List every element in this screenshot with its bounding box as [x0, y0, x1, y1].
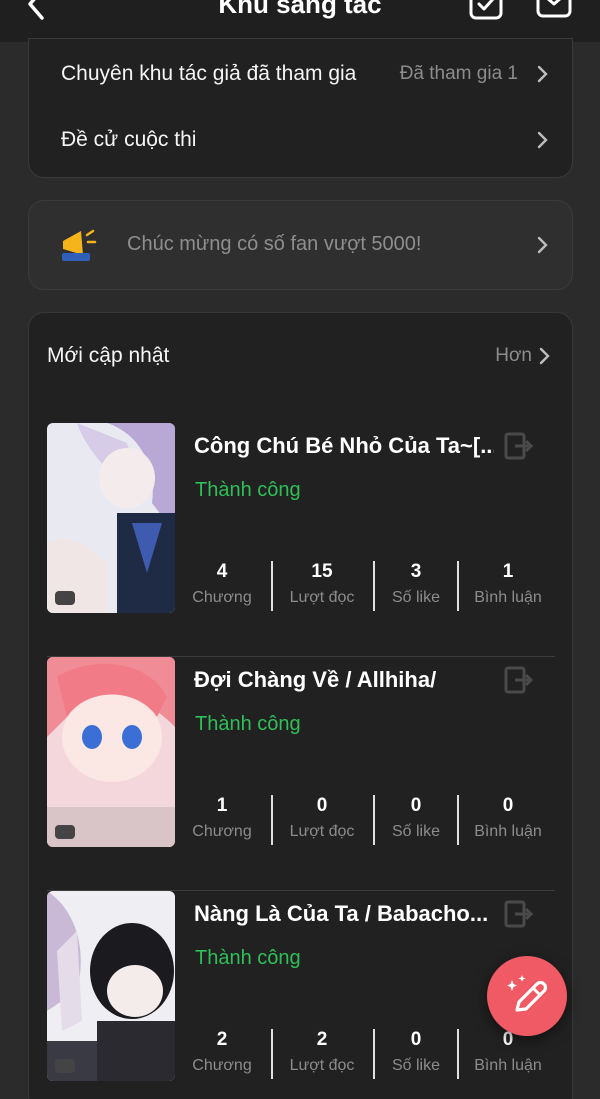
story-title: Đợi Chàng Về / Allhiha/ [194, 667, 437, 692]
reads-stat: 15 Lượt đọc [275, 559, 369, 615]
stat-value: 15 [311, 561, 333, 582]
stat-label: Chương [192, 823, 252, 840]
more-link[interactable]: Hơn [495, 345, 532, 367]
stat-value: 0 [410, 795, 422, 816]
likes-stat: 0 Số like [377, 1027, 455, 1083]
story-cover [47, 423, 175, 613]
stat-label: Chương [192, 1057, 252, 1074]
reads-stat: 2 Lượt đọc [275, 1027, 369, 1083]
story-stats: 4 Chương 15 Lượt đọc 3 Số like 1 Bình lu… [177, 559, 555, 615]
joined-author-zone-value: Đã tham gia 1 [399, 63, 518, 84]
story-item[interactable]: Nàng Là Của Ta / Babacho... Thành công 2… [47, 891, 555, 1099]
comment-badge-icon [55, 825, 75, 839]
stat-label: Số like [391, 823, 441, 840]
stat-value: 3 [410, 561, 422, 582]
exit-icon[interactable] [503, 665, 533, 695]
stat-value: 0 [316, 795, 328, 816]
story-cover [47, 657, 175, 847]
stat-value: 2 [216, 1029, 228, 1050]
chevron-right-icon [537, 131, 548, 149]
stat-value: 1 [502, 561, 514, 582]
comments-stat: 0 Bình luận [461, 793, 555, 849]
chapters-stat: 2 Chương [177, 1027, 267, 1083]
page-title: Khu sáng tác [218, 0, 382, 19]
stat-value: 0 [502, 795, 514, 816]
stat-divider [271, 561, 273, 611]
chapters-stat: 4 Chương [177, 559, 267, 615]
comment-badge-icon [55, 591, 75, 605]
comment-badge-icon [55, 1059, 75, 1073]
chapters-stat: 1 Chương [177, 793, 267, 849]
stat-label: Lượt đọc [289, 823, 355, 840]
story-item[interactable]: Công Chú Bé Nhỏ Của Ta~[... Thành công 4… [47, 423, 555, 657]
story-item[interactable]: Đợi Chàng Về / Allhiha/ Thành công 1 Chư… [47, 657, 555, 891]
notice-text: Chúc mừng có số fan vượt 5000! [127, 233, 422, 255]
story-title: Nàng Là Của Ta / Babacho... [194, 901, 489, 926]
story-status: Thành công [195, 479, 301, 501]
contest-nomination-label: Đề cử cuộc thi [61, 128, 197, 151]
stat-divider [457, 561, 459, 611]
stat-divider [271, 1029, 273, 1079]
joined-author-zone-row[interactable]: Chuyên khu tác giả đã tham gia Đã tham g… [29, 49, 572, 99]
story-title: Công Chú Bé Nhỏ Của Ta~[... [194, 433, 494, 458]
stat-label: Lượt đọc [289, 1057, 355, 1074]
stat-label: Bình luận [474, 1057, 542, 1074]
calendar-check-icon[interactable] [468, 0, 504, 22]
stat-value: 4 [216, 561, 228, 582]
story-status: Thành công [195, 947, 301, 969]
stat-value: 0 [410, 1029, 422, 1050]
stat-label: Lượt đọc [289, 589, 355, 606]
exit-icon[interactable] [503, 899, 533, 929]
stat-label: Chương [192, 589, 252, 606]
contest-nomination-row[interactable]: Đề cử cuộc thi [29, 115, 572, 165]
section-title: Mới cập nhật [47, 344, 170, 367]
author-info-card: Chuyên khu tác giả đã tham gia Đã tham g… [28, 38, 573, 178]
top-bar: Khu sáng tác [0, 0, 600, 42]
chevron-right-icon [537, 65, 548, 83]
joined-author-zone-label: Chuyên khu tác giả đã tham gia [61, 62, 357, 85]
likes-stat: 3 Số like [377, 559, 455, 615]
stat-divider [457, 1029, 459, 1079]
notice-banner[interactable]: Chúc mừng có số fan vượt 5000! [28, 200, 573, 290]
stat-divider [271, 795, 273, 845]
write-story-button[interactable] [487, 956, 567, 1036]
chevron-right-icon [537, 236, 548, 254]
stat-label: Số like [391, 589, 441, 606]
story-status: Thành công [195, 713, 301, 735]
story-cover [47, 891, 175, 1081]
stat-value: 2 [316, 1029, 328, 1050]
chevron-right-icon[interactable] [538, 346, 552, 366]
stat-divider [373, 795, 375, 845]
reads-stat: 0 Lượt đọc [275, 793, 369, 849]
megaphone-icon [62, 229, 97, 261]
stat-divider [457, 795, 459, 845]
story-stats: 1 Chương 0 Lượt đọc 0 Số like 0 Bình luậ… [177, 793, 555, 849]
stat-value: 1 [216, 795, 228, 816]
mail-icon[interactable] [536, 0, 572, 22]
stat-divider [373, 561, 375, 611]
comments-stat: 1 Bình luận [461, 559, 555, 615]
stat-label: Bình luận [474, 589, 542, 606]
pencil-sparkle-icon [507, 975, 548, 1012]
stat-label: Bình luận [474, 823, 542, 840]
stat-label: Số like [391, 1057, 441, 1074]
story-stats: 2 Chương 2 Lượt đọc 0 Số like 0 Bình luậ… [177, 1027, 555, 1083]
exit-icon[interactable] [503, 431, 533, 461]
stat-divider [373, 1029, 375, 1079]
likes-stat: 0 Số like [377, 793, 455, 849]
comments-stat: 0 Bình luận [461, 1027, 555, 1083]
